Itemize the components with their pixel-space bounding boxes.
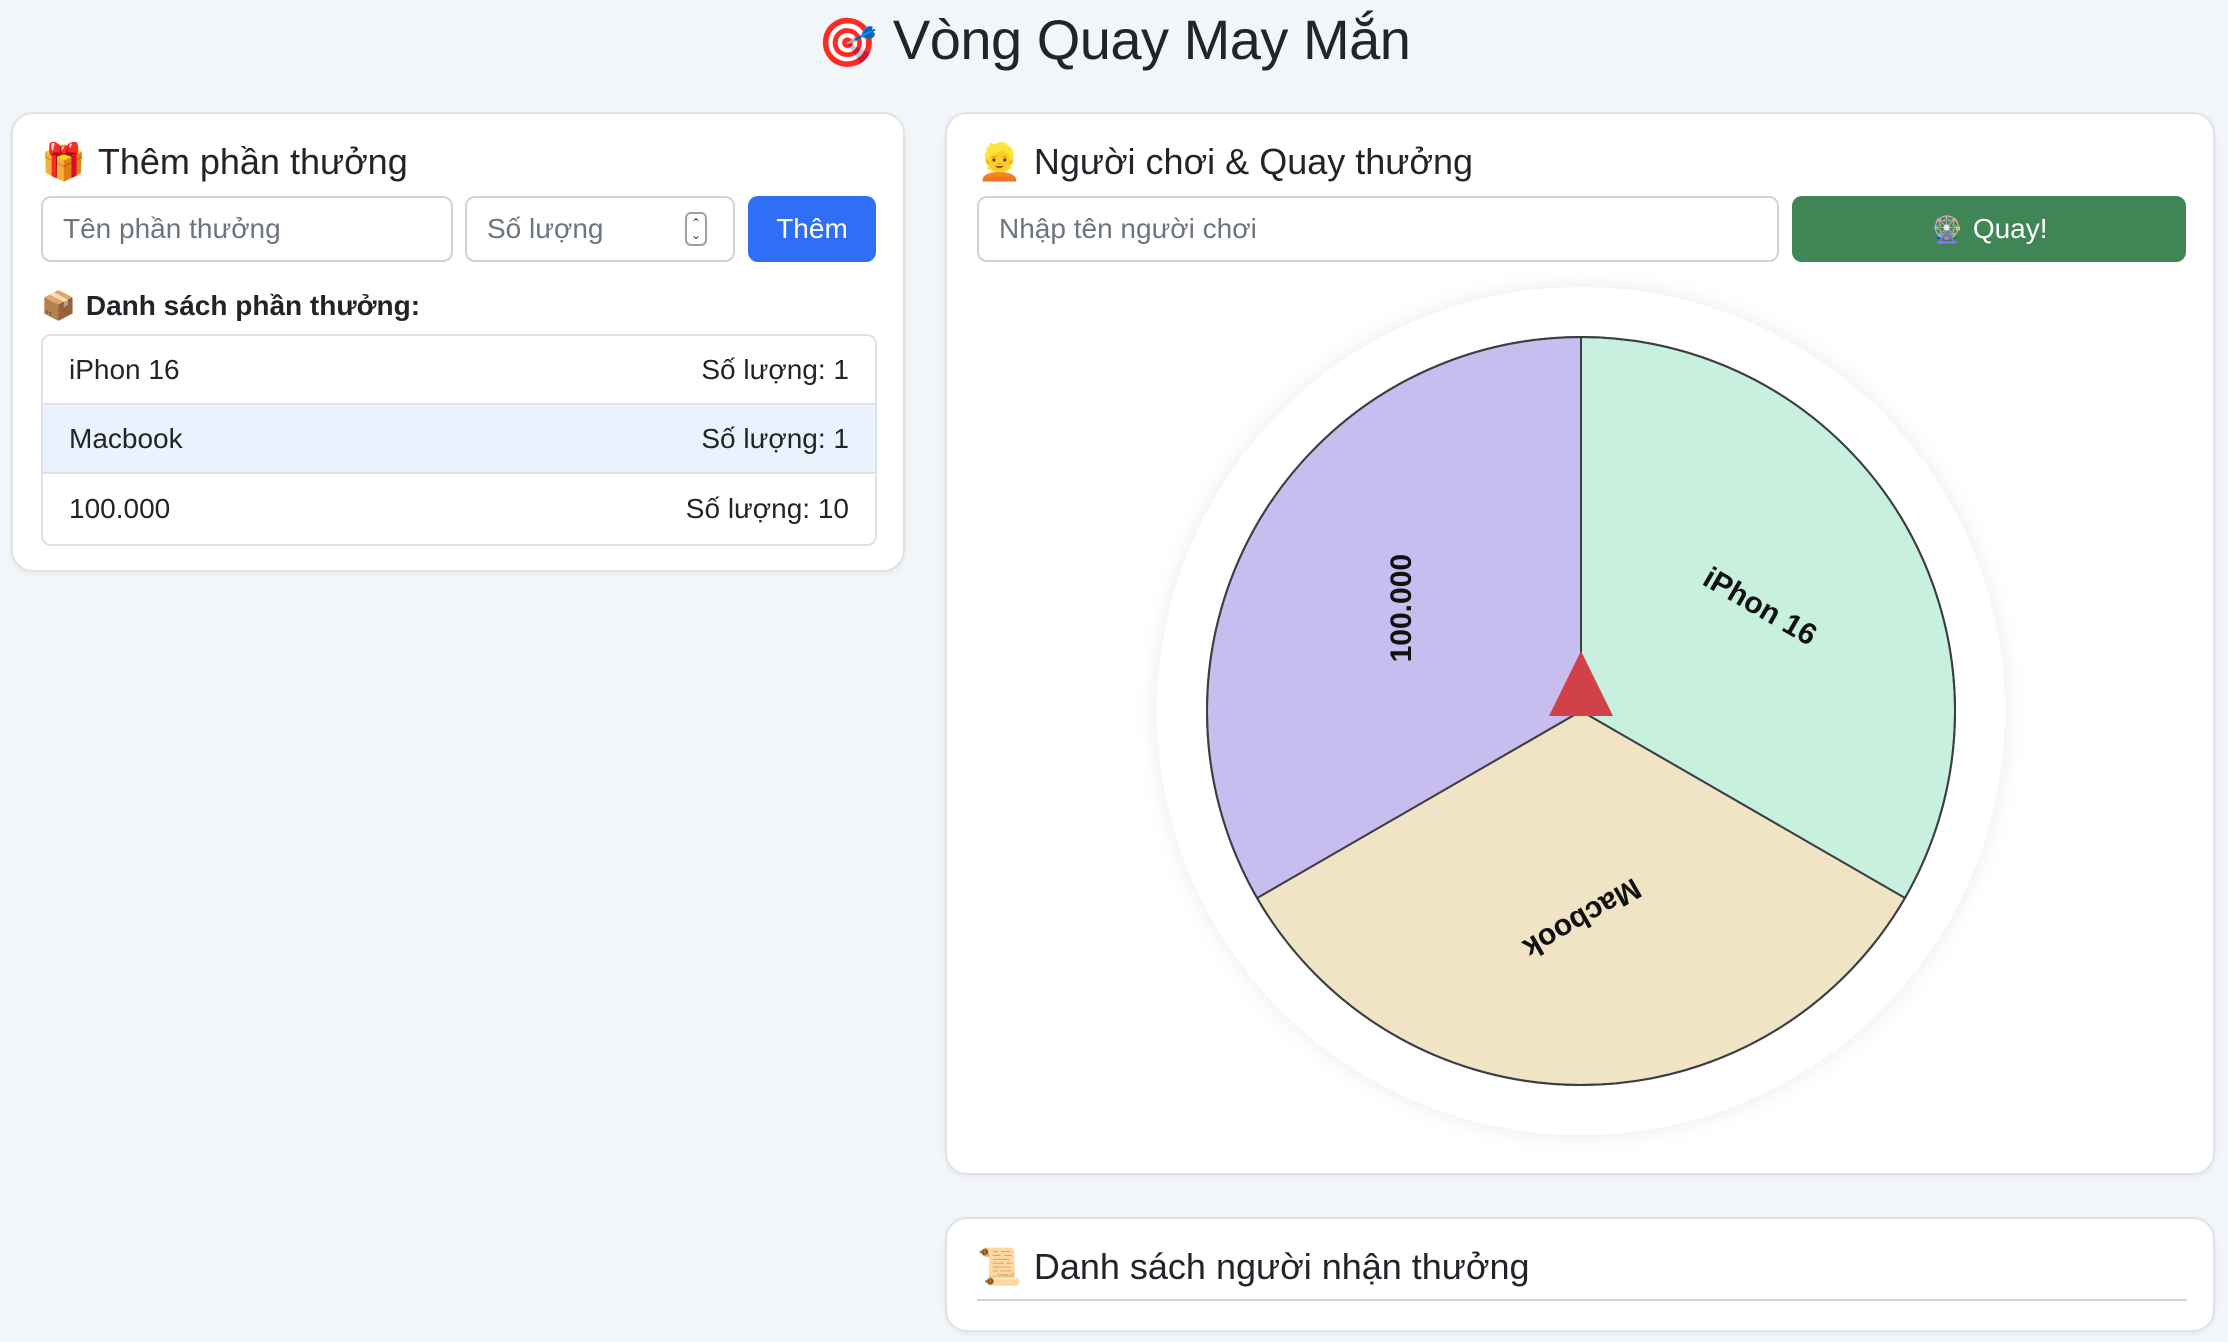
spin-button[interactable]: 🎡 Quay! — [1792, 196, 2186, 262]
prize-wheel-graphic[interactable]: iPhon 16Macbook100.000 — [1157, 287, 2005, 1135]
add-prize-button[interactable]: Thêm — [748, 196, 876, 262]
player-spin-title: 👱 Người chơi & Quay thưởng — [977, 138, 1473, 186]
wheel-segment-label: 100.000 — [1385, 554, 1418, 662]
prize-name: Macbook — [69, 422, 183, 454]
winners-divider — [977, 1299, 2187, 1301]
page-title-text: Vòng Quay May Mắn — [892, 8, 1411, 71]
winners-card: 📜 Danh sách người nhận thưởng — [945, 1217, 2215, 1332]
prize-name-input[interactable] — [41, 196, 453, 262]
package-icon: 📦 — [41, 290, 76, 321]
list-item[interactable]: 100.000 Số lượng: 10 — [43, 474, 875, 543]
list-item[interactable]: Macbook Số lượng: 1 — [43, 405, 875, 474]
add-prize-title-text: Thêm phần thưởng — [97, 141, 408, 182]
spin-button-label: Quay! — [1972, 213, 2048, 244]
list-item[interactable]: iPhon 16 Số lượng: 1 — [43, 336, 875, 405]
player-name-input[interactable] — [977, 196, 1779, 262]
add-prize-card: 🎁 Thêm phần thưởng ⌃ ⌄ Thêm 📦 Danh sách ph… — [11, 112, 905, 572]
prize-quantity: Số lượng: 1 — [701, 422, 849, 454]
winners-title: 📜 Danh sách người nhận thưởng — [977, 1243, 1530, 1291]
person-icon: 👱 — [977, 141, 1022, 182]
chevron-down-icon: ⌄ — [690, 228, 702, 242]
page-title: 🎯 Vòng Quay May Mắn — [0, 0, 2228, 84]
prize-list-title: 📦 Danh sách phần thưởng: — [41, 286, 420, 326]
prize-name: 100.000 — [69, 492, 171, 524]
ferris-wheel-icon: 🎡 — [1930, 213, 1963, 244]
quantity-stepper[interactable]: ⌃ ⌄ — [685, 212, 707, 246]
prize-list: iPhon 16 Số lượng: 1 Macbook Số lượng: 1… — [41, 334, 877, 546]
player-spin-title-text: Người chơi & Quay thưởng — [1033, 141, 1474, 182]
winners-title-text: Danh sách người nhận thưởng — [1033, 1246, 1530, 1287]
prize-list-title-text: Danh sách phần thưởng: — [85, 290, 421, 321]
prize-quantity: Số lượng: 10 — [685, 492, 849, 524]
gift-icon: 🎁 — [41, 141, 86, 182]
add-prize-title: 🎁 Thêm phần thưởng — [41, 138, 408, 186]
target-icon: 🎯 — [817, 17, 878, 70]
prize-quantity: Số lượng: 1 — [701, 353, 849, 385]
prize-wheel[interactable]: iPhon 16 Macbook 100.000 — [1157, 287, 2005, 1135]
scroll-icon: 📜 — [977, 1246, 1022, 1287]
prize-name: iPhon 16 — [69, 353, 180, 385]
